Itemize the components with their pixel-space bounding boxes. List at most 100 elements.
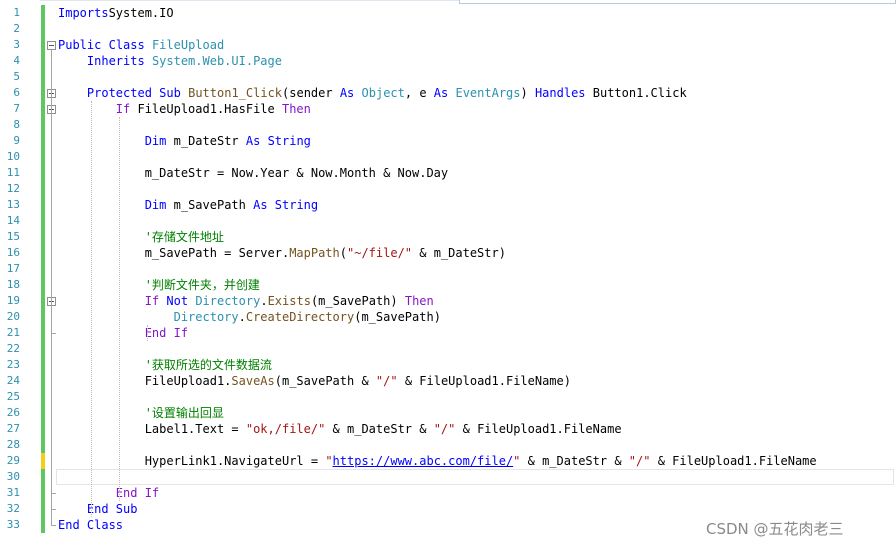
code-token: & FileUpload1.FileName [455, 422, 622, 436]
code-line[interactable]: '设置输出回显 [58, 405, 224, 421]
keyword: Protected [86, 86, 152, 100]
code-editor[interactable]: 1 2 3 4 5 6 7 8 9 10 11 12 13 14 15 16 17 18 19 20 21 22 23 24 2… [0, 0, 896, 549]
control-keyword: If [115, 102, 131, 116]
unsaved-change-marker [41, 453, 45, 469]
line-number: 22 [6, 342, 20, 355]
saved-change-marker [41, 421, 45, 437]
control-keyword: End If [115, 486, 160, 500]
code-token: m_DateStr = Now.Year & Now.Month & Now.D… [58, 166, 449, 180]
code-token: . [238, 310, 246, 324]
code-token: HyperLink1.NavigateUrl = [58, 454, 326, 468]
code-line[interactable]: m_DateStr = Now.Year & Now.Month & Now.D… [58, 165, 448, 181]
keyword: As [253, 198, 268, 212]
line-number: 20 [6, 310, 20, 323]
saved-change-marker [41, 229, 45, 245]
keyword: Dim [144, 198, 167, 212]
code-token: & FileUpload1.FileName) [397, 374, 571, 388]
code-line[interactable]: Label1.Text = "ok,/file/" & m_DateStr & … [58, 421, 622, 437]
string-literal: " [325, 454, 333, 468]
code-line[interactable]: FileUpload1.SaveAs(m_SavePath & "/" & Fi… [58, 373, 571, 389]
outlining-margin[interactable] [46, 0, 58, 549]
code-text-area[interactable]: ImportsSystem.IO Public Class FileUpload … [56, 0, 896, 549]
code-token: & m_DateStr & [325, 422, 434, 436]
code-line[interactable]: Public Class FileUpload [58, 37, 224, 53]
code-token: FileUpload1.HasFile [130, 102, 282, 116]
code-token: , e [404, 86, 434, 100]
control-keyword: If [144, 294, 160, 308]
line-number: 2 [13, 22, 20, 35]
line-number: 26 [6, 406, 20, 419]
code-line[interactable]: If FileUpload1.HasFile Then [58, 101, 311, 117]
control-keyword: Then [404, 294, 434, 308]
saved-change-marker [41, 181, 45, 197]
code-token: (m_SavePath) [310, 294, 405, 308]
saved-change-marker [41, 389, 45, 405]
code-line[interactable]: End If [58, 325, 188, 341]
saved-change-marker [41, 325, 45, 341]
line-number: 31 [6, 486, 20, 499]
line-number: 1 [13, 6, 20, 19]
code-line[interactable]: Dim m_DateStr As String [58, 133, 311, 149]
keyword: As [433, 86, 449, 100]
saved-change-marker [41, 5, 45, 21]
current-code-line[interactable] [56, 469, 894, 485]
code-line[interactable]: Inherits System.Web.UI.Page [58, 53, 282, 69]
code-token: m_SavePath [166, 198, 254, 212]
method-name: Button1_Click [188, 86, 283, 100]
code-token: . [260, 294, 268, 308]
saved-change-marker [41, 405, 45, 421]
method-name: Exists [267, 294, 311, 308]
code-line[interactable]: Directory.CreateDirectory(m_SavePath) [58, 309, 441, 325]
code-token: ) [520, 86, 535, 100]
code-token: m_DateStr [166, 134, 246, 148]
code-line[interactable]: If Not Directory.Exists(m_SavePath) Then [58, 293, 434, 309]
code-line[interactable]: HyperLink1.NavigateUrl = "https://www.ab… [58, 453, 817, 469]
line-number: 8 [13, 118, 20, 131]
code-line[interactable]: End Sub [58, 501, 138, 517]
url-link[interactable]: https://www.abc.com/file/ [333, 454, 514, 468]
line-number: 7 [13, 102, 20, 115]
keyword: End Sub [86, 502, 138, 516]
line-number: 10 [6, 150, 20, 163]
string-literal: "ok,/file/" [245, 422, 326, 436]
line-number: 11 [6, 166, 20, 179]
saved-change-marker [41, 197, 45, 213]
collapse-toggle[interactable] [47, 41, 56, 50]
saved-change-marker [41, 501, 45, 517]
code-line[interactable]: Dim m_SavePath As String [58, 197, 318, 213]
saved-change-marker [41, 149, 45, 165]
code-token: Button1.Click [585, 86, 687, 100]
type-name: FileUpload [151, 38, 225, 52]
code-line[interactable]: m_SavePath = Server.MapPath("~/file/" & … [58, 245, 506, 261]
code-line[interactable]: Protected Sub Button1_Click(sender As Ob… [58, 85, 687, 101]
code-line[interactable]: '判断文件夹，并创建 [58, 277, 260, 293]
code-line[interactable]: End If [58, 485, 159, 501]
line-number: 18 [6, 278, 20, 291]
keyword: String [267, 134, 311, 148]
line-number: 29 [6, 454, 20, 467]
code-line[interactable]: '存储文件地址 [58, 229, 224, 245]
line-number: 19 [6, 294, 20, 307]
type-name: Directory [173, 310, 239, 324]
saved-change-marker [41, 293, 45, 309]
type-name: Object [361, 86, 405, 100]
line-number: 16 [6, 246, 20, 259]
code-token: (m_SavePath & [274, 374, 376, 388]
code-token: & m_DateStr & [520, 454, 629, 468]
line-number: 24 [6, 374, 20, 387]
saved-change-marker [41, 101, 45, 117]
code-line[interactable]: ImportsSystem.IO [58, 5, 174, 21]
code-line[interactable]: End Class [58, 517, 123, 533]
method-name: CreateDirectory [245, 310, 355, 324]
